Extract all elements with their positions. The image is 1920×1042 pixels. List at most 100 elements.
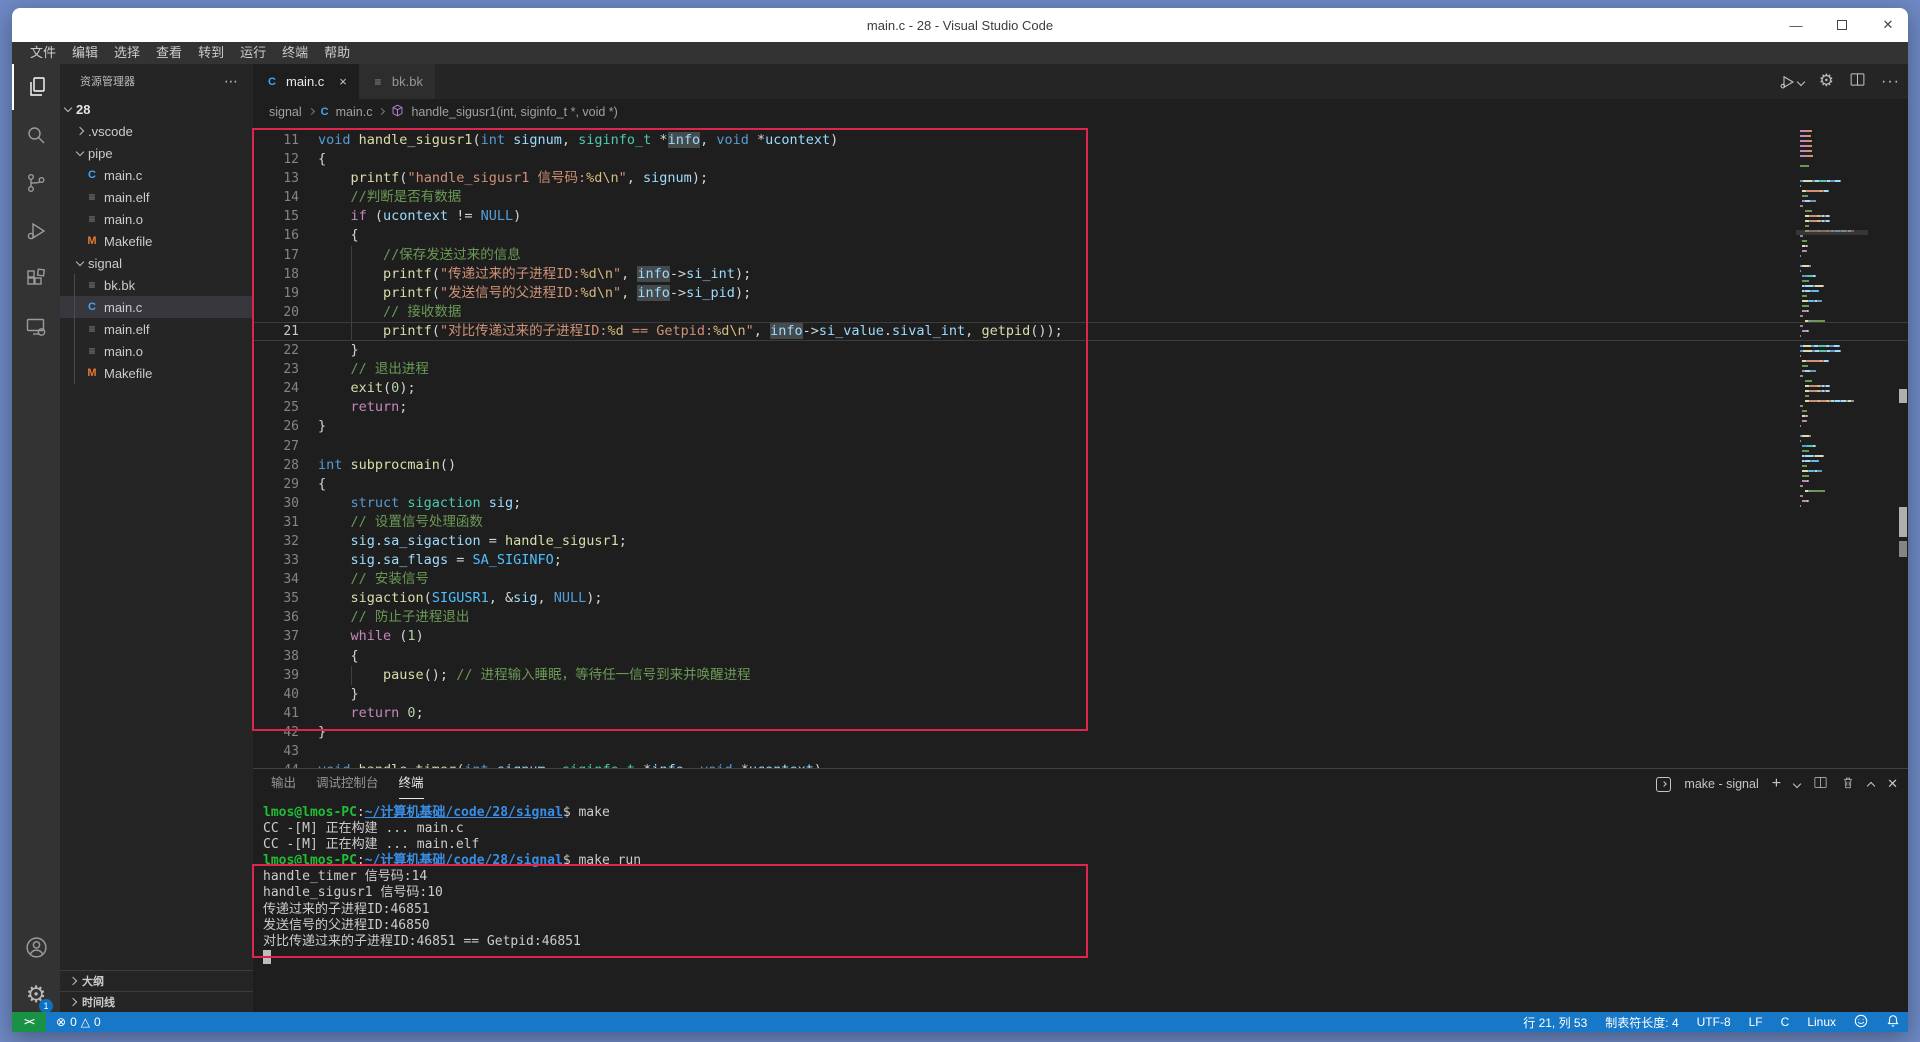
chevron-right-icon (76, 127, 84, 135)
code-line-32: 32 sig.sa_sigaction = handle_sigusr1; (253, 532, 1908, 551)
indent-guide (74, 340, 75, 362)
breadcrumb-symbol[interactable]: handle_sigusr1(int, siginfo_t *, void *) (411, 105, 617, 119)
indent-guide (351, 265, 352, 284)
outline-section[interactable]: 大纲 (60, 970, 253, 991)
code-line-17: 17 //保存发送过来的信息 (253, 246, 1908, 265)
code-editor[interactable]: 11void handle_sigusr1(int signum, siginf… (253, 124, 1908, 768)
sidebar-item-Makefile[interactable]: MMakefile (60, 230, 253, 252)
sidebar-item-signal[interactable]: signal (60, 252, 253, 274)
status-item-制表符长度-4[interactable]: 制表符长度: 4 (1605, 1014, 1678, 1031)
line-number: 16 (253, 226, 318, 245)
split-editor-icon[interactable] (1849, 71, 1866, 93)
menu-item-选择[interactable]: 选择 (106, 42, 148, 64)
line-number: 20 (253, 303, 318, 322)
chevron-right-icon (69, 977, 77, 985)
code-line-34: 34 // 安装信号 (253, 570, 1908, 589)
panel-tab-调试控制台[interactable]: 调试控制台 (316, 769, 379, 799)
minimize-button[interactable]: — (1786, 15, 1806, 35)
explorer-icon[interactable] (12, 64, 60, 110)
source-control-icon[interactable] (12, 160, 60, 206)
terminal-line-7: 传递过来的子进程ID:46851 (263, 902, 641, 918)
remote-explorer-icon[interactable] (12, 304, 60, 350)
breadcrumb-folder[interactable]: signal (269, 105, 302, 119)
sidebar-item-main.c[interactable]: Cmain.c (60, 164, 253, 186)
remote-indicator[interactable]: >< (12, 1012, 46, 1032)
code-line-text: exit(0); (318, 379, 1908, 398)
tab-main.c[interactable]: Cmain.c× (253, 64, 359, 99)
account-icon[interactable] (12, 924, 60, 970)
sidebar-item-main.elf[interactable]: ≡main.elf (60, 186, 253, 208)
run-debug-icon[interactable] (12, 208, 60, 254)
maximize-panel-icon[interactable] (1867, 782, 1875, 790)
sidebar-item-.vscode[interactable]: .vscode (60, 120, 253, 142)
status-item-行-21-列-53[interactable]: 行 21, 列 53 (1523, 1014, 1587, 1031)
sidebar-item-Makefile[interactable]: MMakefile (60, 362, 253, 384)
extensions-icon[interactable] (12, 256, 60, 302)
symbol-method-icon (391, 104, 404, 120)
code-line-text: // 安装信号 (318, 570, 1908, 589)
sidebar-item-main.c[interactable]: Cmain.c (60, 296, 253, 318)
sidebar-item-main.elf[interactable]: ≡main.elf (60, 318, 253, 340)
status-item-UTF-8[interactable]: UTF-8 (1697, 1015, 1731, 1029)
line-number: 44 (253, 761, 318, 768)
search-icon[interactable] (12, 112, 60, 158)
menu-item-编辑[interactable]: 编辑 (64, 42, 106, 64)
problems-indicator[interactable]: ⊗ 0 △ 0 (56, 1015, 101, 1029)
status-item-Linux[interactable]: Linux (1807, 1015, 1836, 1029)
menu-item-查看[interactable]: 查看 (148, 42, 190, 64)
split-terminal-icon[interactable] (1813, 775, 1828, 793)
panel-tab-输出[interactable]: 输出 (271, 769, 296, 799)
code-line-23: 23 // 退出进程 (253, 360, 1908, 379)
sidebar-item-label: main.elf (104, 190, 150, 205)
tab-bk.bk[interactable]: ≡bk.bk (359, 64, 436, 99)
sidebar-item-main.o[interactable]: ≡main.o (60, 340, 253, 362)
new-terminal-icon[interactable]: + (1772, 775, 1781, 793)
chevron-right-icon (308, 108, 315, 115)
code-line-text: printf("对比传递过来的子进程ID:%d == Getpid:%d\n",… (318, 323, 1908, 340)
breadcrumb-file[interactable]: main.c (336, 105, 373, 119)
menu-item-终端[interactable]: 终端 (274, 42, 316, 64)
maximize-button[interactable] (1832, 15, 1852, 35)
panel-tab-终端[interactable]: 终端 (399, 769, 424, 799)
status-item-LF[interactable]: LF (1749, 1015, 1763, 1029)
sidebar-item-bk.bk[interactable]: ≡bk.bk (60, 274, 253, 296)
timeline-section[interactable]: 时间线 (60, 991, 253, 1012)
sidebar-item-main.o[interactable]: ≡main.o (60, 208, 253, 230)
notifications-bell-icon[interactable] (1886, 1014, 1900, 1031)
sidebar-item-label: Makefile (104, 234, 152, 249)
menu-item-转到[interactable]: 转到 (190, 42, 232, 64)
kill-terminal-icon[interactable] (1841, 775, 1855, 793)
sidebar-item-label: main.elf (104, 322, 150, 337)
code-line-12: 12{ (253, 150, 1908, 169)
close-panel-icon[interactable]: ✕ (1887, 776, 1898, 792)
terminal-dropdown-icon[interactable] (1793, 780, 1801, 788)
terminal-task-label[interactable]: make - signal (1684, 777, 1758, 791)
sidebar-more-actions-icon[interactable]: ⋯ (224, 73, 239, 90)
menu-item-文件[interactable]: 文件 (22, 42, 64, 64)
close-button[interactable]: ✕ (1878, 15, 1898, 35)
code-line-14: 14 //判断是否有数据 (253, 188, 1908, 207)
workspace-root[interactable]: 28 (60, 98, 253, 120)
close-tab-icon[interactable]: × (339, 74, 347, 89)
code-line-text: if (ucontext != NULL) (318, 207, 1908, 226)
indent-guide (74, 296, 75, 318)
indent-guide (351, 303, 352, 322)
terminal[interactable]: lmos@lmos-PC:~/计算机基础/code/28/signal$ mak… (263, 805, 641, 966)
menu-item-运行[interactable]: 运行 (232, 42, 274, 64)
line-number: 17 (253, 246, 318, 265)
feedback-smiley-icon[interactable] (1854, 1014, 1868, 1031)
minimap[interactable] (1800, 130, 1864, 590)
run-debug-file-button[interactable] (1778, 73, 1804, 91)
code-line-text: printf("发送信号的父进程ID:%d\n", info->si_pid); (318, 284, 1908, 303)
status-item-C[interactable]: C (1781, 1015, 1790, 1029)
explorer-sidebar: 资源管理器 ⋯ 28 .vscodepipeCmain.c≡main.elf≡m… (60, 64, 253, 1012)
sidebar-item-label: main.c (104, 168, 142, 183)
menu-item-帮助[interactable]: 帮助 (316, 42, 358, 64)
line-number: 25 (253, 398, 318, 417)
sidebar-item-pipe[interactable]: pipe (60, 142, 253, 164)
line-number: 27 (253, 437, 318, 456)
line-number: 13 (253, 169, 318, 188)
configure-gear-icon[interactable]: ⚙ (1819, 73, 1834, 90)
makefile-icon: M (85, 367, 99, 379)
line-number: 41 (253, 704, 318, 723)
